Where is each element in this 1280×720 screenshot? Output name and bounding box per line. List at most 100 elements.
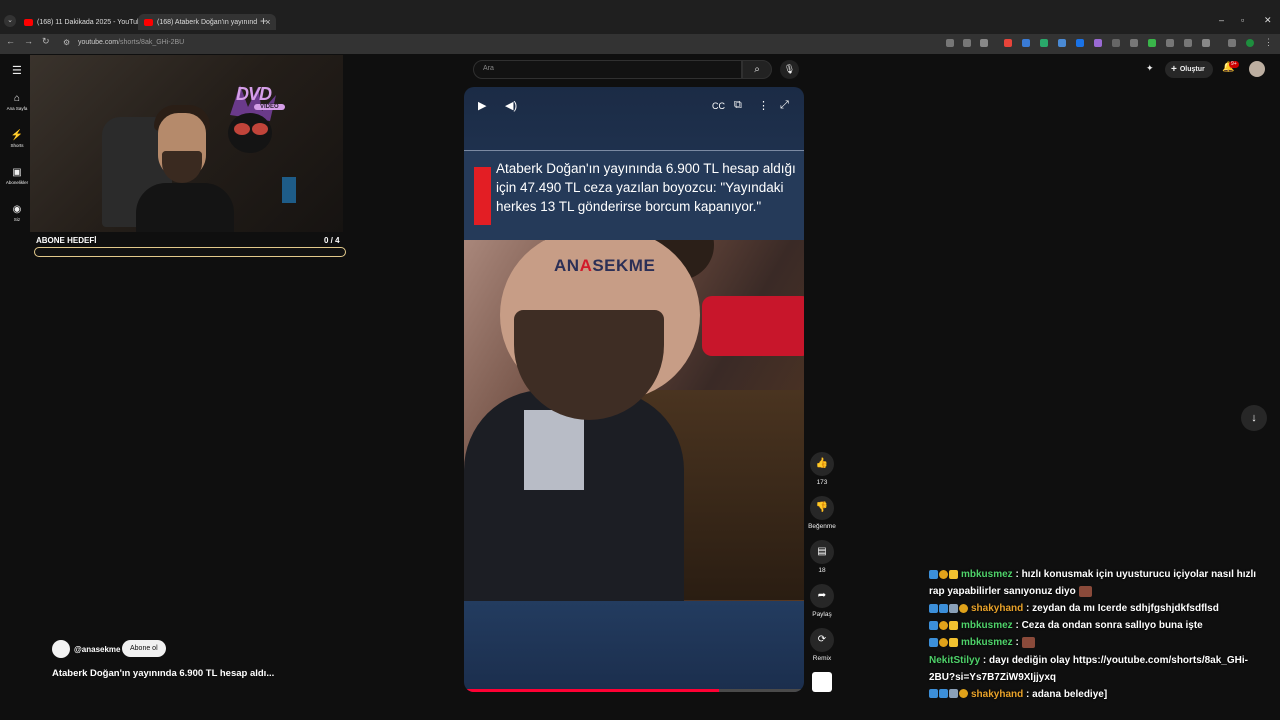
chat-badge-icon: [939, 569, 948, 579]
extension-icon[interactable]: [963, 39, 971, 47]
chat-badge-icon: [929, 621, 938, 631]
menu-icon[interactable]: ☰: [12, 64, 22, 77]
chat-badges: [929, 617, 959, 634]
back-icon[interactable]: ←: [6, 36, 15, 46]
chat-badges: [929, 600, 969, 617]
share-label: Paylaş: [812, 611, 832, 618]
account-avatar[interactable]: [1249, 61, 1265, 77]
extension-icon[interactable]: [1094, 39, 1102, 47]
browser-menu-icon[interactable]: ⋮: [1264, 37, 1273, 48]
reload-icon[interactable]: ↻: [42, 36, 50, 47]
chat-message: mbkusmez :: [929, 634, 1269, 651]
streamer-body: [136, 183, 234, 232]
tab-search-button[interactable]: ⌄: [4, 15, 16, 27]
share-button[interactable]: ➦ Paylaş: [808, 584, 836, 618]
watermark-part: A: [579, 256, 593, 275]
search-icon: ⌕: [754, 64, 760, 75]
video-frame: ANASEKME: [464, 240, 804, 601]
plus-icon: +: [1171, 64, 1177, 75]
rail-item-shorts[interactable]: ⚡ Shorts: [0, 130, 34, 148]
url-field[interactable]: youtube.com/shorts/8ak_GHi-2BU: [78, 39, 184, 46]
captions-icon[interactable]: CC: [712, 101, 725, 111]
youtube-favicon-icon: [144, 18, 153, 26]
extension-icon[interactable]: [1228, 39, 1236, 47]
subscribe-button[interactable]: Abone ol: [122, 640, 166, 657]
person-tshirt: [524, 410, 584, 490]
extension-icon[interactable]: [1184, 39, 1192, 47]
more-options-icon[interactable]: ⋮: [758, 99, 769, 112]
chat-emote-icon: [1021, 637, 1035, 649]
like-button[interactable]: 👍 173: [808, 452, 836, 486]
chat-badge-icon: [949, 621, 958, 631]
next-short-button[interactable]: ↓: [1241, 405, 1267, 431]
search-input[interactable]: Ara: [473, 60, 742, 79]
notification-badge: 9+: [1229, 61, 1239, 68]
extension-icon[interactable]: [1166, 39, 1174, 47]
extension-icon[interactable]: [1022, 39, 1030, 47]
chat-badge-icon: [929, 638, 938, 648]
browser-tab-active[interactable]: (168) Ataberk Doğan'ın yayınınd ×: [138, 14, 277, 30]
voice-search-button[interactable]: 🎙: [780, 60, 799, 79]
new-tab-button[interactable]: +: [260, 14, 267, 28]
share-arrow-icon: ➦: [810, 584, 834, 608]
create-button[interactable]: + Oluştur: [1165, 61, 1213, 78]
rail-item-home[interactable]: ⌂ Ana Sayfa: [0, 93, 34, 111]
short-title[interactable]: Ataberk Doğan'ın yayınında 6.900 TL hesa…: [52, 668, 274, 679]
streamer-beard: [162, 151, 202, 183]
extension-icon[interactable]: [1148, 39, 1156, 47]
minimize-icon[interactable]: –: [1219, 15, 1224, 25]
volume-icon[interactable]: ◀): [505, 99, 517, 112]
chat-badge-icon: [929, 604, 938, 613]
extension-icon[interactable]: [946, 39, 954, 47]
extensions-puzzle-icon[interactable]: [1202, 39, 1210, 47]
cast-icon[interactable]: ✦: [1146, 63, 1154, 74]
shorts-player[interactable]: ▶ ◀) CC ⧉ ⋮ ⤢ Ataberk Doğan'ın yayınında…: [464, 87, 804, 692]
search-button[interactable]: ⌕: [742, 60, 772, 79]
extension-icon[interactable]: [1112, 39, 1120, 47]
rail-label: Shorts: [10, 143, 24, 148]
close-window-icon[interactable]: ✕: [1264, 15, 1272, 26]
profile-icon[interactable]: [1246, 39, 1254, 47]
chat-message: shakyhand : zeydan da mı Icerde sdhjfgsh…: [929, 600, 1269, 617]
extension-icon[interactable]: [1004, 39, 1012, 47]
chat-text: : Ceza da ondan sonra sallıyo buna işte: [1012, 620, 1203, 632]
tab-title: (168) 11 Dakikada 2025 - YouTube: [37, 18, 145, 26]
url-path: /shorts/8ak_GHi-2BU: [118, 39, 185, 46]
you-icon: ◉: [12, 204, 22, 215]
remix-button[interactable]: ⟳ Remix: [808, 628, 836, 662]
chat-username: shakyhand: [971, 603, 1024, 615]
chat-username: mbkusmez: [961, 637, 1013, 649]
chat-text: : zeydan da mı Icerde sdhjfgshjdkfsdflsd: [1023, 603, 1219, 615]
chat-badge-icon: [929, 569, 938, 579]
extension-icon[interactable]: [1076, 39, 1084, 47]
rail-item-you[interactable]: ◉ Siz: [0, 204, 34, 222]
chat-badges: [929, 566, 959, 583]
chat-username: shakyhand: [971, 688, 1024, 700]
subscriptions-icon: ▣: [12, 167, 22, 178]
fullscreen-icon[interactable]: ⤢: [780, 99, 789, 112]
subscriber-goal-bar: [34, 247, 346, 257]
forward-icon[interactable]: →: [24, 36, 33, 46]
chat-text: : adana belediye]: [1023, 688, 1108, 700]
restore-icon[interactable]: ▫: [1241, 15, 1244, 25]
extension-icon[interactable]: [1040, 39, 1048, 47]
video-progress-bar[interactable]: [464, 689, 804, 692]
chat-badge-icon: [949, 638, 958, 648]
rail-item-subscriptions[interactable]: ▣ Abonelikler: [0, 167, 34, 185]
comments-button[interactable]: ▤ 18: [808, 540, 836, 574]
play-icon[interactable]: ▶: [478, 99, 486, 112]
channel-name[interactable]: @anasekme: [74, 645, 121, 654]
channel-avatar[interactable]: [52, 640, 70, 658]
tab-title: (168) Ataberk Doğan'ın yayınınd: [157, 18, 258, 26]
audio-source-thumbnail[interactable]: [812, 672, 832, 692]
site-info-icon[interactable]: ⚙: [63, 38, 70, 47]
dislike-button[interactable]: 👎 Beğenme: [808, 496, 836, 530]
chat-badge-icon: [949, 689, 958, 699]
pip-icon[interactable]: ⧉: [734, 99, 742, 112]
bookmark-star-icon[interactable]: [980, 39, 988, 47]
webcam-overlay: [30, 55, 343, 232]
thumbs-up-icon: 👍: [810, 452, 834, 476]
extension-icon[interactable]: [1058, 39, 1066, 47]
extension-icon[interactable]: [1130, 39, 1138, 47]
chat-message: mbkusmez : hızlı konusmak için uyusturuc…: [929, 566, 1269, 600]
